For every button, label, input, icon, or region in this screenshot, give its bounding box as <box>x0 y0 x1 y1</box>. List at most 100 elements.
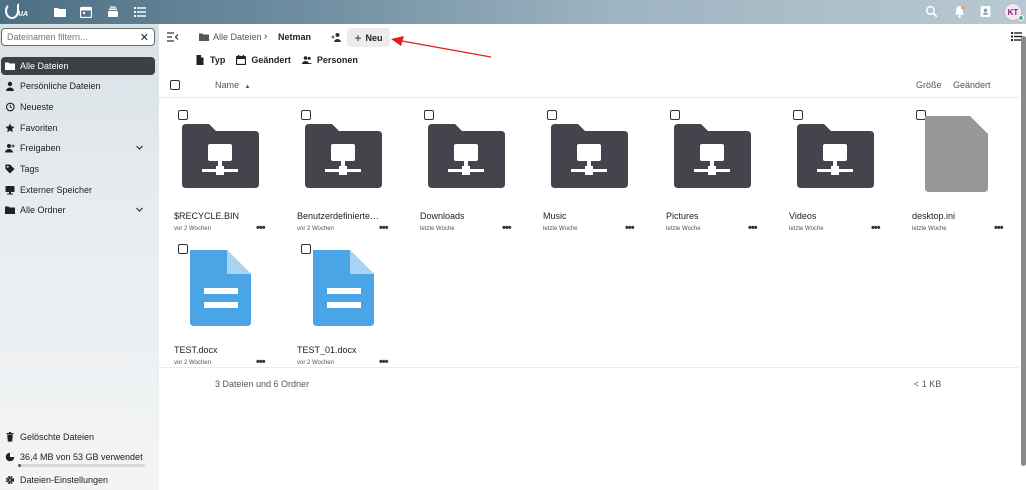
sidebar-item-label: Alle Ordner <box>20 205 66 215</box>
more-actions-icon[interactable]: ••• <box>625 222 635 234</box>
people-icon <box>301 56 312 64</box>
quota-progress-bar <box>18 464 145 467</box>
tag-icon <box>5 164 15 174</box>
chevron-down-icon[interactable] <box>135 143 144 152</box>
sidebar-item-label: Tags <box>20 164 40 174</box>
plus-icon: + <box>354 30 362 45</box>
files-toolbar: Alle Dateien › Netman + Neu <box>159 24 1026 52</box>
calendar-icon[interactable] <box>80 6 92 18</box>
sidebar-item-label: Persönliche Dateien <box>20 81 101 91</box>
filter-people-button[interactable]: Personen <box>301 55 358 65</box>
sidebar: ✕ Alle Dateien Persönliche Dateien Neues… <box>0 24 159 490</box>
file-modified: vor 2 Wochen <box>174 360 211 366</box>
scrollbar[interactable] <box>1021 36 1026 466</box>
user-icon <box>6 81 14 91</box>
filename-filter-input[interactable] <box>7 32 135 42</box>
sidebar-item-label: Gelöschte Dateien <box>20 432 95 442</box>
toggle-sidebar-icon[interactable] <box>167 31 179 43</box>
breadcrumb-root-label: Alle Dateien <box>213 32 262 42</box>
sidebar-item-files-settings[interactable]: Dateien-Einstellungen <box>1 471 155 489</box>
filter-type-button[interactable]: Typ <box>195 55 225 65</box>
file-name: Videos <box>789 211 817 221</box>
document-icon <box>190 250 251 326</box>
column-size-header[interactable]: Größe <box>916 80 942 90</box>
deck-icon[interactable] <box>107 6 119 18</box>
sidebar-item-tags[interactable]: Tags <box>1 160 155 178</box>
file-tile[interactable]: TEST.docx vor 2 Wochen ••• <box>159 242 282 375</box>
sidebar-item-favorites[interactable]: Favoriten <box>1 119 155 137</box>
file-tile[interactable]: Music letzte Woche ••• <box>528 108 651 241</box>
file-icon <box>196 55 204 65</box>
breadcrumb-current[interactable]: Netman <box>278 32 311 42</box>
top-bar: AIA KT <box>0 0 1026 24</box>
new-button[interactable]: + Neu <box>347 28 390 47</box>
online-status-dot <box>1018 15 1024 21</box>
more-actions-icon[interactable]: ••• <box>502 222 512 234</box>
file-name: Benutzerdefinierte Offi... <box>297 211 381 221</box>
file-name: Pictures <box>666 211 699 221</box>
file-modified: letzte Woche <box>666 226 701 232</box>
external-folder-icon <box>428 124 505 188</box>
chevron-down-icon[interactable] <box>135 205 144 214</box>
quota-text: 36,4 MB von 53 GB verwendet <box>20 452 143 462</box>
more-actions-icon[interactable]: ••• <box>994 222 1004 234</box>
sidebar-item-external-storage[interactable]: Externer Speicher <box>1 181 155 199</box>
sidebar-item-shares[interactable]: Freigaben <box>1 139 155 157</box>
file-name: desktop.ini <box>912 211 956 221</box>
file-name: Downloads <box>420 211 465 221</box>
column-modified-header[interactable]: Geändert <box>953 80 991 90</box>
filter-modified-button[interactable]: Geändert <box>236 55 291 65</box>
file-modified: letzte Woche <box>420 226 455 232</box>
files-icon[interactable] <box>54 6 66 18</box>
more-actions-icon[interactable]: ••• <box>379 222 389 234</box>
breadcrumb-root[interactable]: Alle Dateien <box>199 32 262 42</box>
filename-filter[interactable]: ✕ <box>1 28 155 46</box>
sidebar-item-all-folders[interactable]: Alle Ordner <box>1 201 155 219</box>
filter-chips: Typ Geändert Personen <box>195 55 369 65</box>
file-tile[interactable]: Videos letzte Woche ••• <box>774 108 897 241</box>
file-tile[interactable]: Downloads letzte Woche ••• <box>405 108 528 241</box>
file-tile[interactable]: desktop.ini letzte Woche ••• <box>897 108 1020 241</box>
file-count-summary: 3 Dateien und 6 Ordner <box>215 379 310 389</box>
more-actions-icon[interactable]: ••• <box>256 222 266 234</box>
more-actions-icon[interactable]: ••• <box>748 222 758 234</box>
column-name-label: Name <box>215 80 240 90</box>
gear-icon <box>5 475 15 485</box>
sidebar-item-label: Freigaben <box>20 143 61 153</box>
more-actions-icon[interactable]: ••• <box>871 222 881 234</box>
search-icon[interactable] <box>925 5 938 18</box>
filter-type-label: Typ <box>210 55 226 65</box>
file-tile[interactable]: $RECYCLE.BIN vor 2 Wochen ••• <box>159 108 282 241</box>
file-name: $RECYCLE.BIN <box>174 211 240 221</box>
external-folder-icon <box>797 124 874 188</box>
folder-icon <box>199 33 209 41</box>
quota-progress-fill <box>18 464 21 467</box>
file-modified: letzte Woche <box>543 226 578 232</box>
select-all-checkbox[interactable] <box>170 80 180 90</box>
notifications-icon[interactable] <box>953 5 966 18</box>
external-folder-icon <box>305 124 382 188</box>
logo-text: AIA <box>16 11 29 18</box>
tasks-icon[interactable] <box>134 6 146 18</box>
column-name-header[interactable]: Name ▲ <box>215 80 250 90</box>
file-tile[interactable]: TEST_01.docx vor 2 Wochen ••• <box>282 242 405 375</box>
sidebar-item-label: Neueste <box>20 102 54 112</box>
external-folder-icon <box>551 124 628 188</box>
sidebar-item-all-files[interactable]: Alle Dateien <box>1 57 155 75</box>
sidebar-item-deleted-files[interactable]: Gelöschte Dateien <box>1 428 155 446</box>
column-size-label: Größe <box>916 80 942 90</box>
file-tile[interactable]: Pictures letzte Woche ••• <box>651 108 774 241</box>
breadcrumb-separator: › <box>264 31 268 42</box>
column-modified-label: Geändert <box>953 80 991 90</box>
file-tile[interactable]: Benutzerdefinierte Offi... vor 2 Wochen ••… <box>282 108 405 241</box>
clear-filter-icon[interactable]: ✕ <box>140 31 149 44</box>
file-name: TEST_01.docx <box>297 345 357 355</box>
aia-logo[interactable]: AIA <box>4 2 30 22</box>
share-folder-icon[interactable] <box>331 32 342 43</box>
sidebar-item-personal-files[interactable]: Persönliche Dateien <box>1 77 155 95</box>
external-folder-icon <box>674 124 751 188</box>
file-modified: vor 2 Wochen <box>174 226 211 232</box>
sidebar-item-recent[interactable]: Neueste <box>1 98 155 116</box>
pie-chart-icon <box>5 452 15 462</box>
contacts-icon[interactable] <box>979 5 992 18</box>
